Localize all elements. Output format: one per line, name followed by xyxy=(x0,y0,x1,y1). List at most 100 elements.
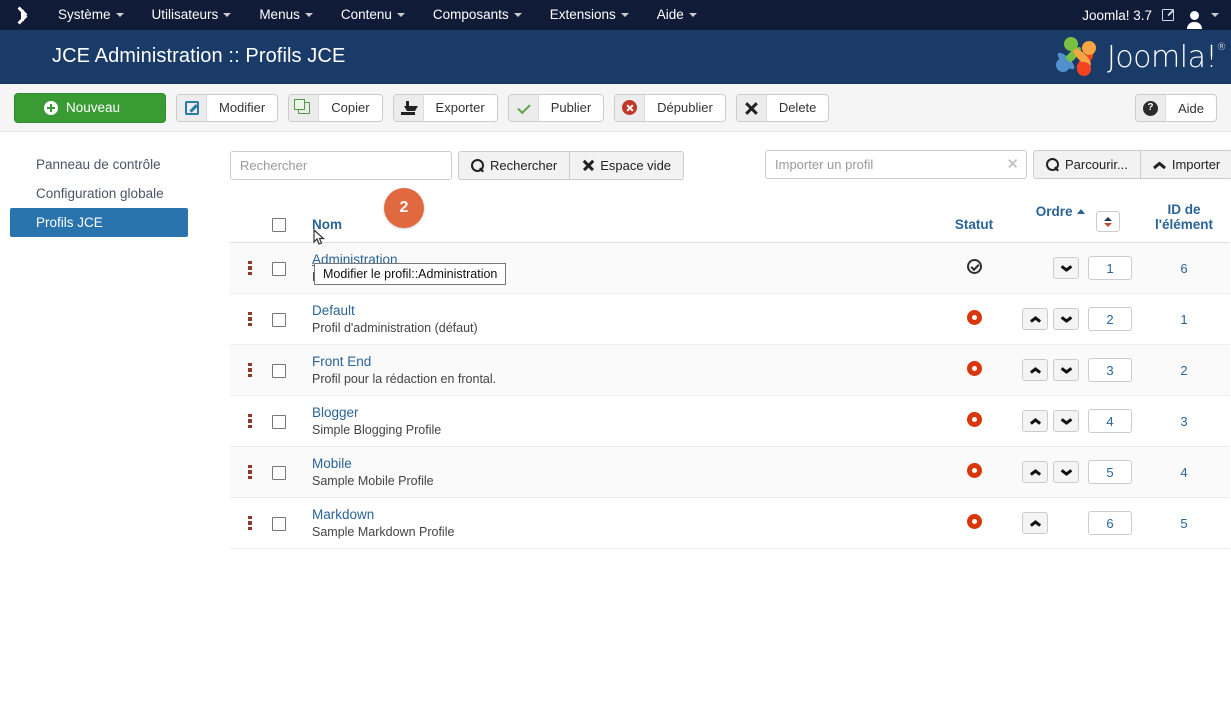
menu-item-aide[interactable]: Aide xyxy=(643,0,711,30)
search-input[interactable] xyxy=(230,150,452,180)
check-icon xyxy=(508,94,539,121)
move-up-button[interactable] xyxy=(1022,461,1048,483)
row-name-cell: Front End Profil pour la rédaction en fro… xyxy=(312,344,930,396)
row-name-cell: Blogger Simple Blogging Profile xyxy=(312,395,930,447)
menu-item-label: Utilisateurs xyxy=(151,7,219,22)
move-down-button[interactable] xyxy=(1053,257,1079,279)
sidebar-item-panneaudecontrle[interactable]: Panneau de contrôle xyxy=(0,150,200,179)
drag-handle-icon[interactable] xyxy=(248,362,252,378)
menu-item-extensions[interactable]: Extensions xyxy=(536,0,643,30)
move-down-button[interactable] xyxy=(1053,461,1079,483)
status-unpublished-icon[interactable] xyxy=(966,463,982,478)
export-button[interactable]: Exporter xyxy=(392,93,498,122)
row-grip-cell xyxy=(230,446,272,498)
move-up-button[interactable] xyxy=(1022,512,1048,534)
row-checkbox[interactable] xyxy=(272,363,286,378)
menu-item-utilisateurs[interactable]: Utilisateurs xyxy=(138,0,246,30)
joomla-icon[interactable] xyxy=(0,0,44,30)
status-unpublished-icon[interactable] xyxy=(966,514,982,529)
joomla-wordmark: Joomla! ® xyxy=(1107,40,1227,75)
menu-item-contenu[interactable]: Contenu xyxy=(327,0,419,30)
move-up-button[interactable] xyxy=(1022,308,1048,330)
step-badge: 2 xyxy=(384,188,424,228)
order-input[interactable] xyxy=(1088,409,1132,433)
drag-handle-icon[interactable] xyxy=(248,311,252,327)
sidebar-item-configurationglobale[interactable]: Configuration globale xyxy=(0,179,200,208)
row-checkbox[interactable] xyxy=(272,414,286,429)
header-status-label: Statut xyxy=(954,217,994,232)
profile-name-link[interactable]: Default xyxy=(312,303,355,318)
chevron-down-icon xyxy=(396,13,405,18)
move-down-button[interactable] xyxy=(1053,410,1079,432)
profile-name-link[interactable]: Mobile xyxy=(312,456,352,471)
profile-name-link[interactable]: Front End xyxy=(312,354,371,369)
browse-button[interactable]: Parcourir... xyxy=(1033,150,1141,179)
menu-item-systme[interactable]: Système xyxy=(44,0,138,30)
delete-button[interactable]: Delete xyxy=(735,93,830,122)
header-id[interactable]: ID de l'élément xyxy=(1138,198,1230,243)
chevron-down-icon xyxy=(688,13,697,18)
row-checkbox[interactable] xyxy=(272,465,286,480)
unpublish-button-label: Dépublier xyxy=(657,100,713,115)
new-button-label: Nouveau xyxy=(65,99,121,115)
profile-name-link[interactable]: Markdown xyxy=(312,507,374,522)
row-checkbox[interactable] xyxy=(272,261,286,276)
select-all-checkbox[interactable] xyxy=(272,218,286,232)
order-input[interactable] xyxy=(1088,511,1132,535)
status-published-icon[interactable] xyxy=(966,259,982,274)
import-profile-input[interactable] xyxy=(765,150,1027,179)
order-input[interactable] xyxy=(1088,256,1132,280)
order-input[interactable] xyxy=(1088,307,1132,331)
search-button[interactable]: Rechercher xyxy=(458,150,571,180)
import-button[interactable]: Importer xyxy=(1139,150,1231,179)
header-status[interactable]: Statut xyxy=(930,198,1018,243)
pencil-icon xyxy=(177,94,207,121)
copy-button[interactable]: Copier xyxy=(288,93,383,122)
external-link-icon[interactable] xyxy=(1162,9,1174,21)
unpublish-button[interactable]: Dépublier xyxy=(614,93,726,122)
edit-button[interactable]: Modifier xyxy=(176,93,279,122)
row-name-cell: Default Profil d'administration (défaut) xyxy=(312,293,930,345)
header-checkbox xyxy=(272,198,312,243)
menu-item-composants[interactable]: Composants xyxy=(419,0,536,30)
header-order[interactable]: Ordre xyxy=(1018,198,1138,243)
status-unpublished-icon[interactable] xyxy=(966,310,982,325)
drag-handle-icon[interactable] xyxy=(248,413,252,429)
profile-name-link[interactable]: Blogger xyxy=(312,405,359,420)
page-header: JCE Administration :: Profils JCE Joomla… xyxy=(0,30,1231,84)
row-checkbox[interactable] xyxy=(272,516,286,531)
close-icon xyxy=(736,94,767,121)
profile-description: Simple Blogging Profile xyxy=(312,423,442,437)
status-unpublished-icon[interactable] xyxy=(966,412,982,427)
help-button[interactable]: ? Aide xyxy=(1134,94,1217,122)
order-sort-toggle[interactable] xyxy=(1096,211,1121,232)
drag-handle-icon[interactable] xyxy=(248,515,252,531)
menu-item-menus[interactable]: Menus xyxy=(245,0,327,30)
row-order-cell xyxy=(1018,242,1138,294)
publish-button[interactable]: Publier xyxy=(507,93,605,122)
move-down-button[interactable] xyxy=(1053,359,1079,381)
new-button[interactable]: Nouveau xyxy=(14,92,166,123)
row-status-cell xyxy=(930,242,1018,294)
move-up-button[interactable] xyxy=(1022,410,1048,432)
clear-filters-button[interactable]: Espace vide xyxy=(569,150,685,180)
drag-handle-icon[interactable] xyxy=(248,464,252,480)
joomla-logo-mark xyxy=(1055,36,1101,78)
order-input[interactable] xyxy=(1088,358,1132,382)
sidebar-item-profilsjce[interactable]: Profils JCE xyxy=(10,208,188,237)
sidebar-item-label: Configuration globale xyxy=(36,186,164,201)
drag-handle-icon[interactable] xyxy=(248,260,252,276)
row-id-cell: 4 xyxy=(1138,446,1230,498)
status-unpublished-icon[interactable] xyxy=(966,361,982,376)
chevron-down-icon xyxy=(1211,13,1219,17)
row-checkbox[interactable] xyxy=(272,312,286,327)
move-up-button[interactable] xyxy=(1022,359,1048,381)
clear-icon[interactable]: ✕ xyxy=(1006,157,1019,172)
user-menu[interactable] xyxy=(1174,10,1231,29)
sidebar-nav: Panneau de contrôle Configuration globale… xyxy=(0,132,200,707)
import-button-label: Importer xyxy=(1171,157,1221,172)
order-input[interactable] xyxy=(1088,460,1132,484)
move-down-button[interactable] xyxy=(1053,308,1079,330)
main-content: Rechercher Espace vide ✕ Parcourir... Im… xyxy=(200,132,1231,707)
registered-mark: ® xyxy=(1216,41,1227,53)
